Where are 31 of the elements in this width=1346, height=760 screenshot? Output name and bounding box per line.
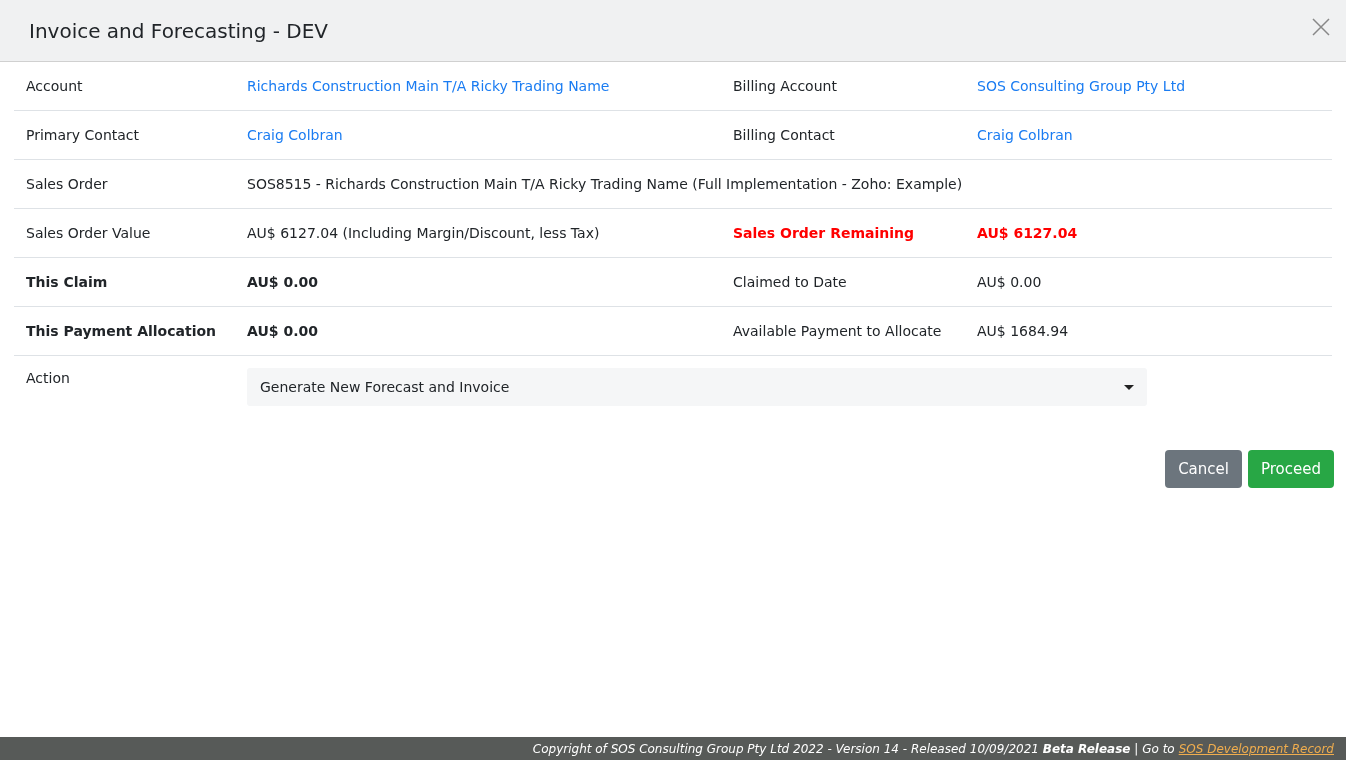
cancel-button[interactable]: Cancel [1165, 450, 1242, 488]
record-link[interactable]: Craig Colbran [977, 126, 1073, 143]
field-label: Billing Account [733, 77, 837, 94]
field-label: Billing Contact [733, 126, 835, 143]
field-label: Action [26, 370, 70, 386]
caret-icon [1124, 384, 1134, 390]
field-label: This Claim [26, 273, 108, 290]
record-link[interactable]: Richards Construction Main T/A Ricky Trading Name [247, 77, 610, 94]
field-value: AU$ 6127.04 (Including Margin/Discount, less Tax) [247, 224, 600, 241]
field-label: Sales Order [26, 175, 108, 192]
field-value: AU$ 0.00 [247, 322, 318, 339]
field-label: Sales Order Remaining [733, 224, 914, 241]
development-record-link[interactable]: SOS Development Record [1178, 739, 1334, 758]
record-link[interactable]: SOS Consulting Group Pty Ltd [977, 77, 1186, 94]
field-value: SOS8515 - Richards Construction Main T/A Ricky Trading Name (Full Implementation - Zoho: Example) [247, 175, 963, 192]
action-dropdown[interactable]: Generate New Forecast and Invoice [247, 368, 1147, 406]
field-label: This Payment Allocation [26, 322, 217, 339]
field-value: AU$ 1684.94 [977, 322, 1069, 339]
record-link[interactable]: Craig Colbran [247, 126, 343, 143]
copyright-text: Copyright of SOS Consulting Group Pty Ltd 2022 - Version 14 - Released 10/09/2021 Beta Release | Go to [532, 740, 1175, 758]
field-value: AU$ 0.00 [977, 273, 1042, 290]
field-label: Primary Contact [26, 126, 140, 143]
field-value: AU$ 0.00 [247, 273, 318, 290]
field-label: Account [26, 77, 83, 94]
field-label: Claimed to Date [733, 273, 847, 290]
dialog-title: Invoice and Forecasting - DEV [29, 17, 329, 45]
proceed-button[interactable]: Proceed [1247, 450, 1334, 488]
field-label: Sales Order Value [26, 224, 151, 241]
field-value: AU$ 6127.04 [977, 224, 1078, 241]
field-label: Available Payment to Allocate [733, 322, 942, 339]
close-icon[interactable] [1312, 17, 1330, 36]
